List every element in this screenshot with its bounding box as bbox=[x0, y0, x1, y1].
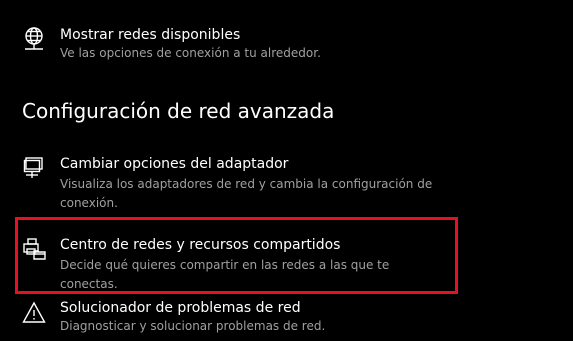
network-troubleshooter-title: Solucionador de problemas de red bbox=[60, 300, 301, 316]
network-sharing-center-description: Decide qué quieres compartir en las rede… bbox=[60, 258, 390, 291]
printer-folder-icon bbox=[22, 237, 46, 261]
show-available-networks-title: Mostrar redes disponibles bbox=[60, 27, 241, 43]
network-troubleshooter-description: Diagnosticar y solucionar problemas de r… bbox=[60, 319, 326, 333]
show-available-networks-description: Ve las opciones de conexión a tu alreded… bbox=[60, 46, 321, 60]
network-sharing-center-item[interactable]: Centro de redes y recursos compartidos D… bbox=[0, 232, 573, 291]
change-adapter-options-title: Cambiar opciones del adaptador bbox=[60, 156, 289, 172]
monitor-network-icon bbox=[22, 156, 46, 180]
change-adapter-options-description: Visualiza los adaptadores de red y cambi… bbox=[60, 177, 433, 210]
show-available-networks-item[interactable]: Mostrar redes disponibles Ve las opcione… bbox=[0, 20, 573, 70]
change-adapter-options-item[interactable]: Cambiar opciones del adaptador Visualiza… bbox=[0, 148, 573, 212]
warning-triangle-icon bbox=[22, 301, 46, 325]
network-troubleshooter-item[interactable]: Solucionador de problemas de red Diagnos… bbox=[0, 296, 573, 341]
network-sharing-center-title: Centro de redes y recursos compartidos bbox=[60, 237, 341, 253]
globe-network-icon bbox=[22, 26, 46, 50]
advanced-network-settings-heading: Configuración de red avanzada bbox=[22, 99, 335, 123]
